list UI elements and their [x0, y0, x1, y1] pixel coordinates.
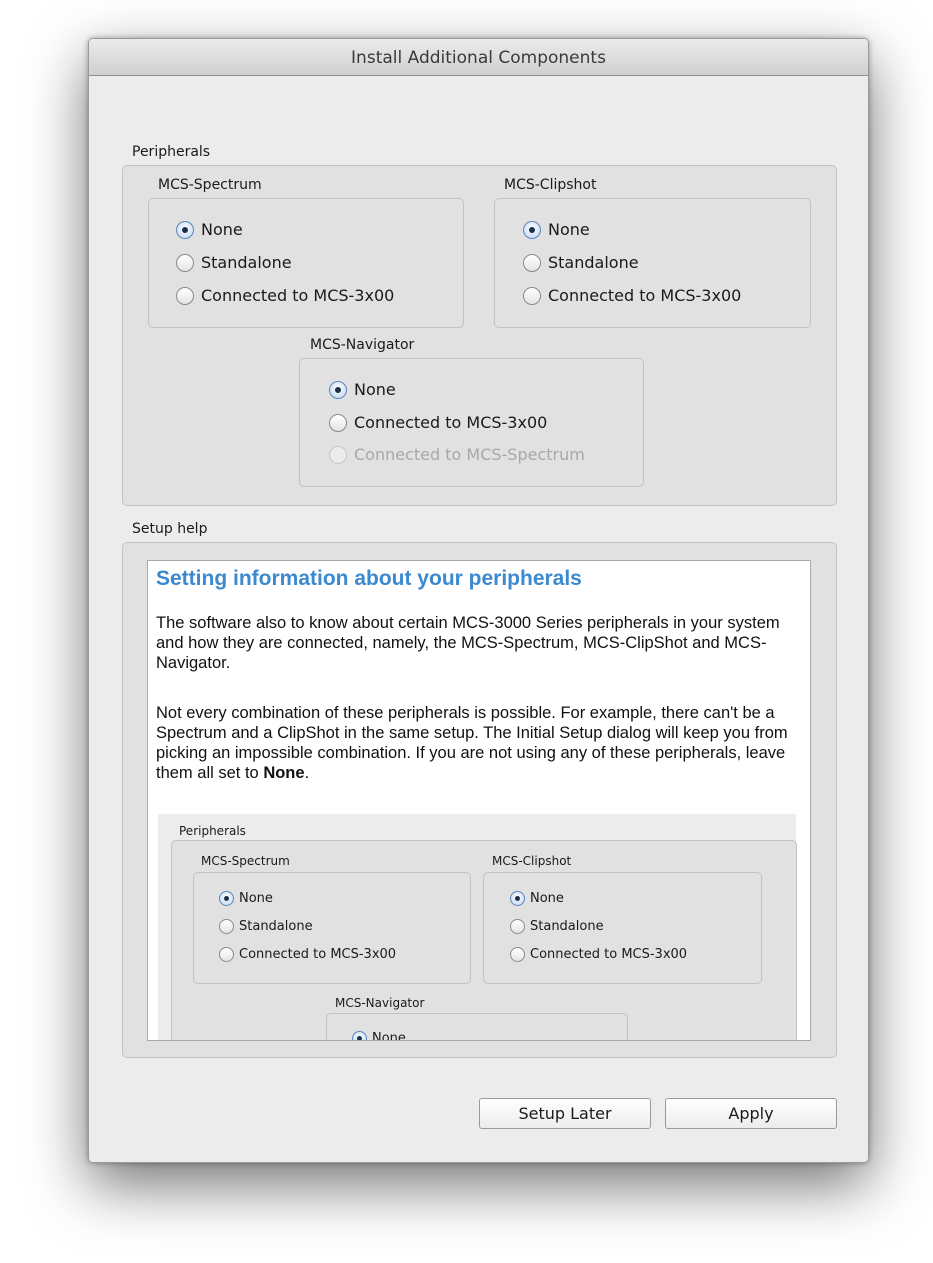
spectrum-radio-standalone[interactable]: Standalone — [176, 253, 292, 272]
mini-clipshot-label: MCS-Clipshot — [492, 854, 572, 868]
spectrum-radio-none[interactable]: None — [176, 220, 243, 239]
install-components-dialog: Install Additional Components Peripheral… — [88, 38, 869, 1163]
radio-icon — [219, 919, 234, 934]
clipshot-radio-none[interactable]: None — [523, 220, 590, 239]
radio-label: Standalone — [548, 253, 639, 272]
mini-clipshot-none: None — [510, 891, 564, 906]
radio-icon — [510, 947, 525, 962]
radio-selected-icon[interactable] — [176, 220, 194, 239]
navigator-radio-connected-3x00[interactable]: Connected to MCS-3x00 — [329, 413, 547, 432]
radio-label: Connected to MCS-3x00 — [201, 286, 395, 305]
radio-label: None — [372, 1031, 406, 1041]
mini-navigator-label: MCS-Navigator — [335, 996, 425, 1010]
radio-label: Connected to MCS-3x00 — [354, 413, 548, 432]
help-heading: Setting information about your periphera… — [156, 567, 582, 590]
radio-label: Connected to MCS-3x00 — [548, 286, 742, 305]
radio-label: None — [201, 220, 243, 239]
radio-label: None — [354, 380, 396, 399]
setup-help-pane[interactable]: Setting information about your periphera… — [147, 560, 811, 1041]
radio-label: Connected to MCS-3x00 — [239, 947, 397, 962]
help-paragraph-2-end: . — [304, 764, 310, 782]
radio-icon — [219, 947, 234, 962]
help-paragraph-2-bold: None — [263, 764, 305, 782]
mini-navigator-none: None — [352, 1031, 406, 1041]
spectrum-label: MCS-Spectrum — [158, 177, 262, 193]
radio-icon[interactable] — [176, 286, 194, 305]
radio-icon[interactable] — [176, 253, 194, 272]
clipshot-label: MCS-Clipshot — [504, 177, 597, 193]
peripherals-group-label: Peripherals — [132, 144, 211, 160]
spectrum-radio-connected[interactable]: Connected to MCS-3x00 — [176, 286, 394, 305]
radio-icon[interactable] — [329, 413, 347, 432]
radio-icon[interactable] — [523, 253, 541, 272]
navigator-label: MCS-Navigator — [310, 337, 415, 353]
mini-spectrum-label: MCS-Spectrum — [201, 854, 290, 868]
mini-spectrum-connected: Connected to MCS-3x00 — [219, 947, 396, 962]
radio-selected-icon — [219, 891, 234, 906]
radio-label: None — [548, 220, 590, 239]
setup-later-button[interactable]: Setup Later — [479, 1098, 651, 1129]
setup-help-label: Setup help — [132, 521, 208, 537]
help-embedded-image: Peripherals MCS-Spectrum None Standalone… — [158, 814, 797, 1041]
radio-selected-icon[interactable] — [523, 220, 541, 239]
navigator-radio-none[interactable]: None — [329, 380, 396, 399]
radio-icon[interactable] — [523, 286, 541, 305]
radio-selected-icon[interactable] — [329, 380, 347, 399]
navigator-radio-connected-spectrum: Connected to MCS-Spectrum — [329, 445, 585, 464]
radio-label: Standalone — [239, 919, 313, 934]
radio-label: None — [239, 891, 273, 906]
radio-label: Connected to MCS-Spectrum — [354, 445, 585, 464]
apply-button[interactable]: Apply — [665, 1098, 837, 1129]
mini-spectrum-none: None — [219, 891, 273, 906]
mini-clipshot-connected: Connected to MCS-3x00 — [510, 947, 687, 962]
help-paragraph-2: Not every combination of these periphera… — [156, 703, 806, 783]
radio-icon — [510, 919, 525, 934]
radio-label: None — [530, 891, 564, 906]
mini-peripherals-label: Peripherals — [179, 824, 246, 838]
mini-clipshot-standalone: Standalone — [510, 919, 604, 934]
clipshot-radio-connected[interactable]: Connected to MCS-3x00 — [523, 286, 741, 305]
radio-label: Connected to MCS-3x00 — [530, 947, 688, 962]
radio-disabled-icon — [329, 445, 347, 464]
mini-spectrum-standalone: Standalone — [219, 919, 313, 934]
radio-label: Standalone — [201, 253, 292, 272]
radio-selected-icon — [510, 891, 525, 906]
clipshot-radio-standalone[interactable]: Standalone — [523, 253, 639, 272]
help-paragraph-1: The software also to know about certain … — [156, 614, 780, 672]
window-title: Install Additional Components — [89, 39, 868, 76]
radio-selected-icon — [352, 1031, 367, 1040]
radio-label: Standalone — [530, 919, 604, 934]
help-paragraph-2-text: Not every combination of these periphera… — [156, 704, 788, 782]
